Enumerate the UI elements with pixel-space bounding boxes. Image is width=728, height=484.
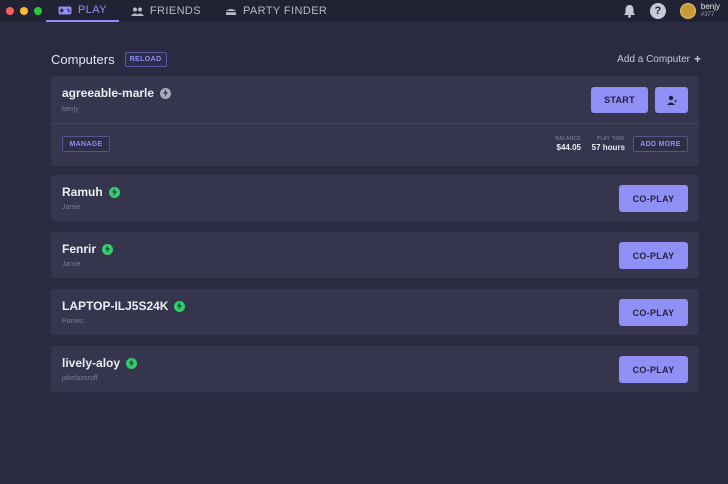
- computer-name: LAPTOP-ILJ5S24K: [62, 299, 186, 313]
- shared-computer-card: lively-aloy jakelazaroff CO-PLAY: [51, 346, 699, 392]
- share-user-button[interactable]: [655, 87, 688, 113]
- plus-icon: +: [693, 52, 701, 66]
- gamepad-icon: [58, 6, 72, 14]
- balance-value: $44.05: [556, 143, 581, 152]
- party-icon: [225, 8, 238, 15]
- lightning-icon: [108, 186, 120, 198]
- computer-name-text: agreeable-marle: [62, 86, 155, 100]
- co-play-button[interactable]: CO-PLAY: [619, 185, 688, 212]
- computer-name: Ramuh: [62, 185, 120, 199]
- computer-owner: jakelazaroff: [62, 375, 98, 382]
- computer-owner: benjy: [62, 106, 79, 113]
- computer-name: lively-aloy: [62, 356, 138, 370]
- computer-name-text: Fenrir: [62, 242, 97, 256]
- playtime-label: PLAY TIME: [596, 136, 625, 142]
- add-more-button[interactable]: ADD MORE: [633, 136, 688, 152]
- minimize-window-button[interactable]: [20, 7, 28, 15]
- tab-play-label: PLAY: [78, 4, 107, 16]
- tab-party-finder-label: PARTY FINDER: [243, 5, 328, 17]
- lightning-icon: [174, 300, 186, 312]
- bell-icon[interactable]: [623, 4, 636, 18]
- tab-friends-label: FRIENDS: [149, 5, 202, 17]
- computer-name: agreeable-marle: [62, 86, 172, 100]
- title-bar: PLAY FRIENDS PARTY FINDER ? benjy #377: [0, 0, 728, 22]
- user-add-icon: [667, 95, 677, 105]
- lightning-icon: [160, 87, 172, 99]
- start-button[interactable]: START: [591, 87, 648, 113]
- shared-computer-card: Ramuh Jamie CO-PLAY: [51, 175, 699, 221]
- close-window-button[interactable]: [6, 7, 14, 15]
- shared-computer-card: Fenrir Jamie CO-PLAY: [51, 232, 699, 278]
- friends-icon: [130, 7, 144, 16]
- tab-party-finder[interactable]: PARTY FINDER: [213, 0, 339, 22]
- add-computer-button[interactable]: Add a Computer +: [617, 52, 701, 66]
- help-icon[interactable]: ?: [649, 3, 666, 19]
- computer-owner: Jamie: [62, 261, 81, 268]
- add-computer-label: Add a Computer: [617, 53, 690, 65]
- balance-stat: BALANCE $44.05: [547, 136, 581, 152]
- balance-label: BALANCE: [555, 136, 581, 142]
- computer-name: Fenrir: [62, 242, 114, 256]
- section-title: Computers: [51, 51, 115, 67]
- co-play-button[interactable]: CO-PLAY: [619, 299, 688, 326]
- tab-friends[interactable]: FRIENDS: [119, 0, 213, 22]
- reload-button[interactable]: RELOAD: [124, 51, 167, 67]
- window-controls: [0, 0, 46, 22]
- computer-name-text: Ramuh: [62, 185, 103, 199]
- user-tag: #377: [700, 12, 715, 18]
- lightning-icon: [102, 243, 114, 255]
- manage-button[interactable]: MANAGE: [62, 136, 110, 152]
- shared-computer-card: LAPTOP-ILJ5S24K Parsec CO-PLAY: [51, 289, 699, 335]
- own-computer-card: agreeable-marle benjy START MANAGE BALAN…: [51, 76, 699, 166]
- co-play-button[interactable]: CO-PLAY: [619, 242, 688, 269]
- co-play-button[interactable]: CO-PLAY: [619, 356, 688, 383]
- playtime-stat: PLAY TIME 57 hours: [587, 136, 625, 152]
- computer-name-text: LAPTOP-ILJ5S24K: [62, 299, 169, 313]
- user-menu[interactable]: benjy #377: [679, 2, 720, 19]
- tab-play[interactable]: PLAY: [46, 0, 119, 22]
- lightning-icon: [126, 357, 138, 369]
- maximize-window-button[interactable]: [34, 7, 42, 15]
- computers-header: Computers RELOAD Add a Computer +: [51, 51, 701, 67]
- playtime-value: 57 hours: [591, 143, 625, 152]
- titlebar-actions: ? benjy #377: [623, 0, 728, 22]
- computer-name-text: lively-aloy: [62, 356, 121, 370]
- computer-owner: Jamie: [62, 204, 81, 211]
- avatar: [679, 3, 696, 19]
- user-name: benjy: [700, 2, 720, 11]
- computer-owner: Parsec: [62, 318, 84, 325]
